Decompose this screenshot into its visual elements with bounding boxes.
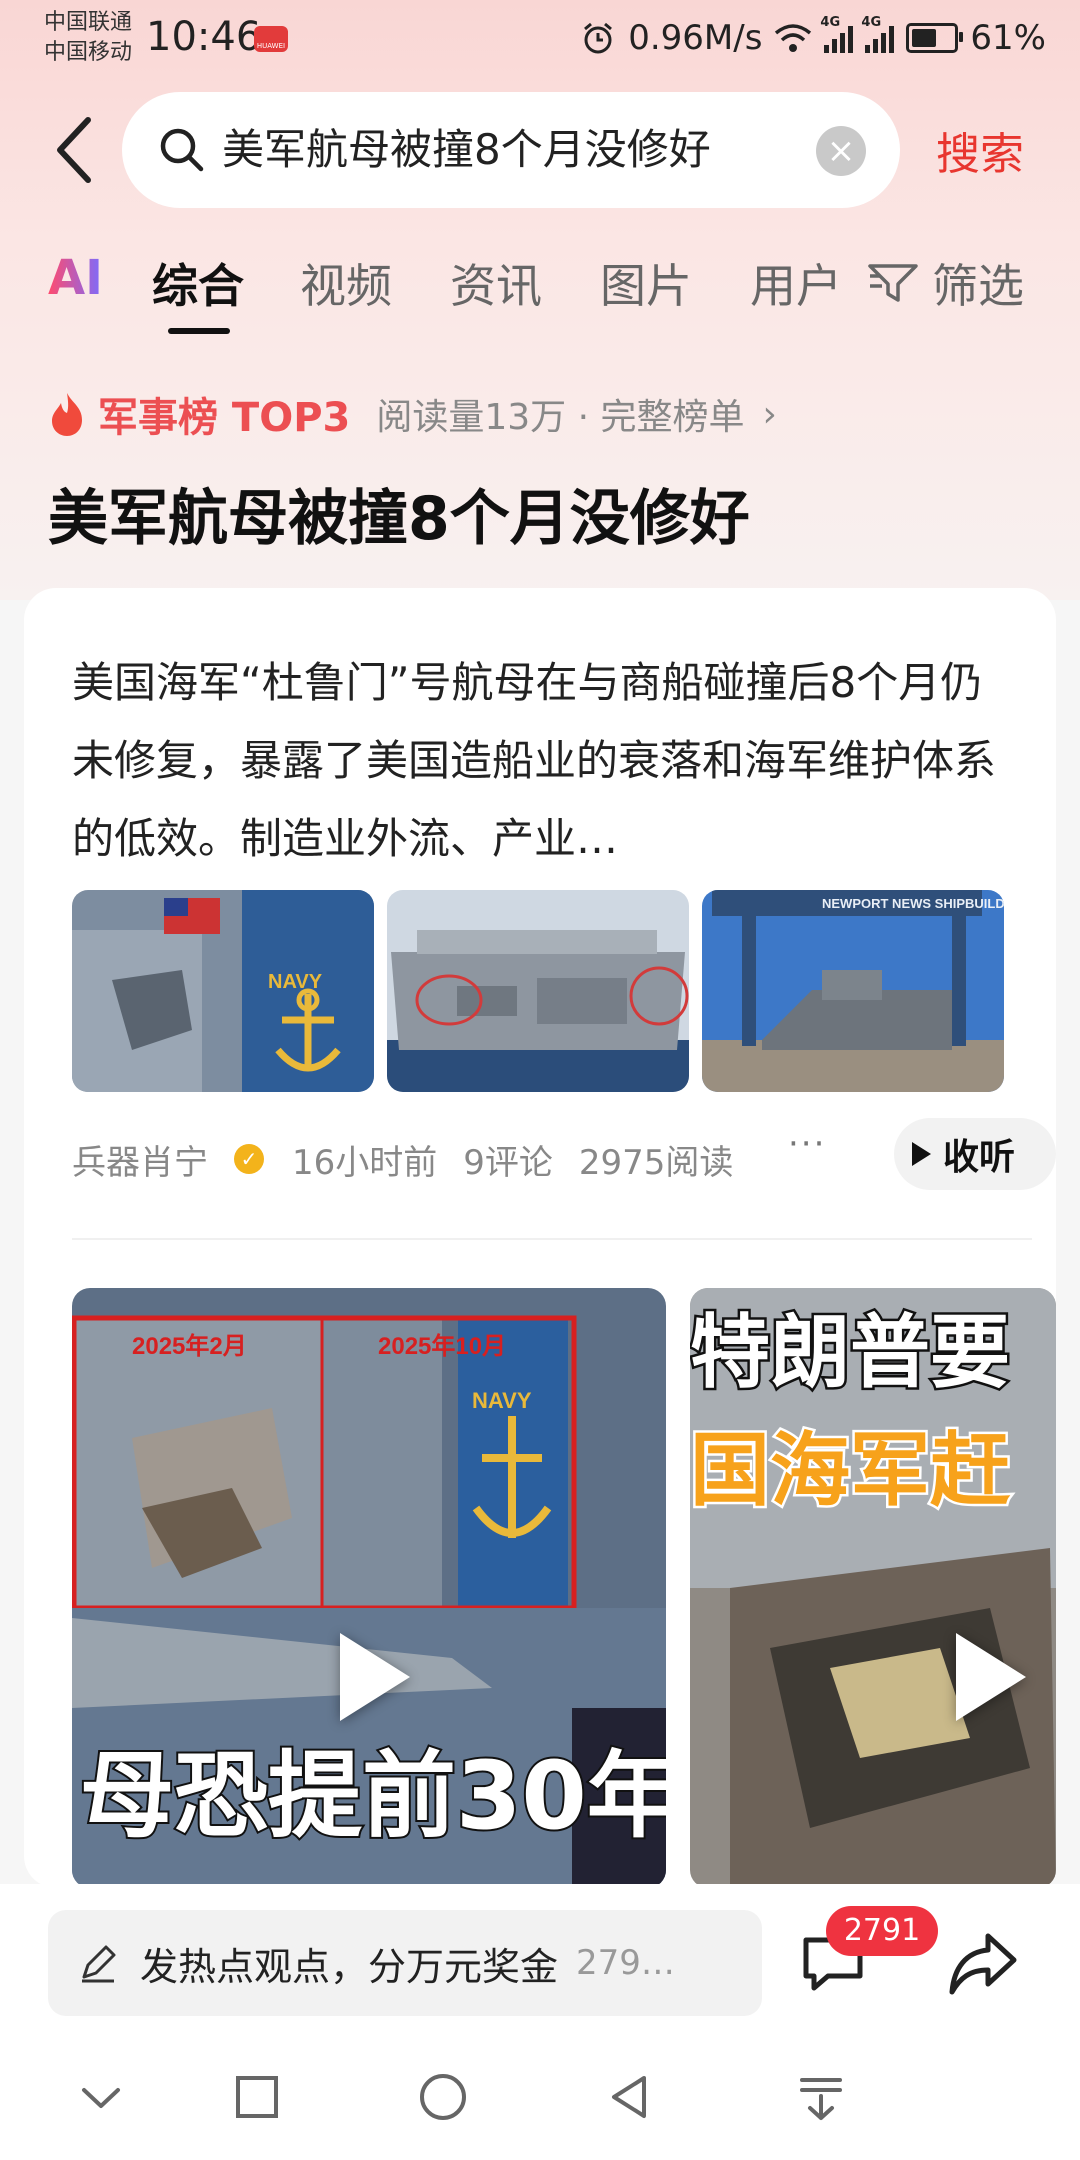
huawei-badge-icon: HUAWEI [254, 26, 288, 52]
ranking-row[interactable]: 军事榜 TOP3 阅读量13万 · 完整榜单 › [48, 384, 777, 444]
shipyard-sign-text: NEWPORT NEWS SHIPBUILDING [822, 896, 1004, 911]
video-caption-line2: 国海军赶 [690, 1424, 1011, 1517]
signal-1-icon: 4G [820, 15, 854, 53]
divider [72, 1238, 1032, 1240]
signal-1-tag: 4G [820, 15, 841, 30]
battery-icon [906, 23, 964, 53]
carrier-1: 中国联通 [44, 10, 133, 35]
chevron-right-icon: › [762, 393, 777, 435]
tab-video[interactable]: 视频 [300, 250, 392, 316]
navy-banner-text: NAVY [268, 971, 323, 993]
read-count: 2975阅读 [578, 1142, 734, 1183]
search-button[interactable]: 搜索 [936, 118, 1024, 182]
status-indicators: 0.96M/s 4G 4G 61% [580, 15, 1046, 60]
video-date-right: 2025年10月 [378, 1332, 506, 1360]
video-card-2[interactable]: 特朗普要 国海军赶 [690, 1288, 1056, 1888]
system-nav-bar [0, 2024, 1080, 2160]
signal-2-icon: 4G [861, 15, 895, 53]
publish-time: 16小时前 [292, 1142, 438, 1183]
tab-news[interactable]: 资讯 [450, 250, 542, 316]
play-icon [956, 1633, 1026, 1721]
author-name[interactable]: 兵器肖宁 [72, 1135, 208, 1184]
tab-ai[interactable]: AI [48, 250, 103, 306]
carrier-info: 中国联通 中国移动 [44, 8, 132, 68]
flame-icon [52, 393, 82, 436]
prompt-count: 279… [576, 1943, 675, 1983]
back-triangle-icon[interactable] [604, 2072, 654, 2122]
more-options-button[interactable]: ··· [788, 1124, 826, 1164]
ranking-label: 军事榜 TOP3 [98, 395, 351, 441]
video-caption-line1: 特朗普要 [690, 1306, 1010, 1399]
video-date-left: 2025年2月 [132, 1332, 247, 1360]
search-query[interactable]: 美军航母被撞8个月没修好 [222, 118, 711, 182]
comment-prompt: 发热点观点，分万元奖金 [140, 1944, 559, 1989]
tab-comprehensive[interactable]: 综合 [152, 250, 244, 316]
article-thumbnail-3[interactable]: NEWPORT NEWS SHIPBUILDING [702, 890, 1004, 1092]
play-small-icon [911, 1142, 931, 1166]
article-meta: 兵器肖宁 ✓ 16小时前 9评论 2975阅读 ··· 收听 [72, 1118, 1056, 1194]
play-icon [340, 1633, 410, 1721]
video-navy-badge: NAVY [472, 1388, 532, 1413]
comment-input[interactable]: 发热点观点，分万元奖金 279… [48, 1910, 762, 2016]
verified-badge-icon: ✓ [234, 1144, 264, 1174]
share-icon[interactable] [948, 1930, 1018, 1996]
search-icon [160, 128, 204, 172]
article-thumbnail-2[interactable] [387, 890, 689, 1092]
battery-percent: 61% [970, 18, 1046, 58]
search-input[interactable]: 美军航母被撞8个月没修好 × [122, 92, 900, 208]
article-card[interactable]: 美国海军“杜鲁门”号航母在与商船碰撞后8个月仍未修复，暴露了美国造船业的衰落和海… [24, 588, 1056, 1888]
status-bar: 中国联通 中国移动 10:46 HUAWEI 0.96M/s 4G 4G 61% [0, 0, 1080, 80]
article-summary[interactable]: 美国海军“杜鲁门”号航母在与商船碰撞后8个月仍未修复，暴露了美国造船业的衰落和海… [72, 644, 1012, 878]
pen-icon [82, 1945, 116, 1983]
net-speed: 0.96M/s [628, 18, 763, 58]
filter-label: 筛选 [932, 259, 1024, 313]
notification-pull-down-icon[interactable] [796, 2072, 846, 2122]
filter-icon [868, 264, 918, 302]
video-caption: 母恐提前30年 [80, 1742, 666, 1851]
recents-square-icon[interactable] [232, 2072, 282, 2122]
comment-count: 9评论 [463, 1142, 553, 1183]
tab-users[interactable]: 用户 [750, 250, 842, 316]
clock: 10:46 [146, 14, 262, 60]
chevron-down-icon[interactable] [76, 2072, 126, 2122]
active-tab-indicator [168, 328, 230, 334]
back-arrow-icon[interactable] [44, 112, 104, 188]
video-card-1[interactable]: NAVY 2025年2月 2025年10月 母恐提前30年 [72, 1288, 666, 1888]
comment-count-badge: 2791 [826, 1906, 938, 1956]
bottom-action-bar: 发热点观点，分万元奖金 279… 2791 [0, 1884, 1080, 2024]
carrier-2: 中国移动 [44, 40, 133, 65]
article-thumbnail-1[interactable]: NAVY [72, 890, 374, 1092]
alarm-icon [584, 22, 613, 54]
wifi-icon [775, 24, 812, 52]
category-tabs: AI 综合 视频 资讯 图片 用户 筛选 [0, 250, 1080, 340]
clear-search-button[interactable]: × [816, 126, 866, 176]
tab-images[interactable]: 图片 [600, 250, 692, 316]
home-circle-icon[interactable] [418, 2072, 468, 2122]
listen-label: 收听 [942, 1137, 1015, 1178]
signal-2-tag: 4G [861, 15, 882, 30]
topic-title: 美军航母被撞8个月没修好 [48, 484, 750, 554]
ranking-meta[interactable]: 阅读量13万 · 完整榜单 [376, 388, 744, 440]
filter-button[interactable]: 筛选 [868, 250, 1024, 316]
listen-button[interactable]: 收听 [894, 1118, 1056, 1190]
